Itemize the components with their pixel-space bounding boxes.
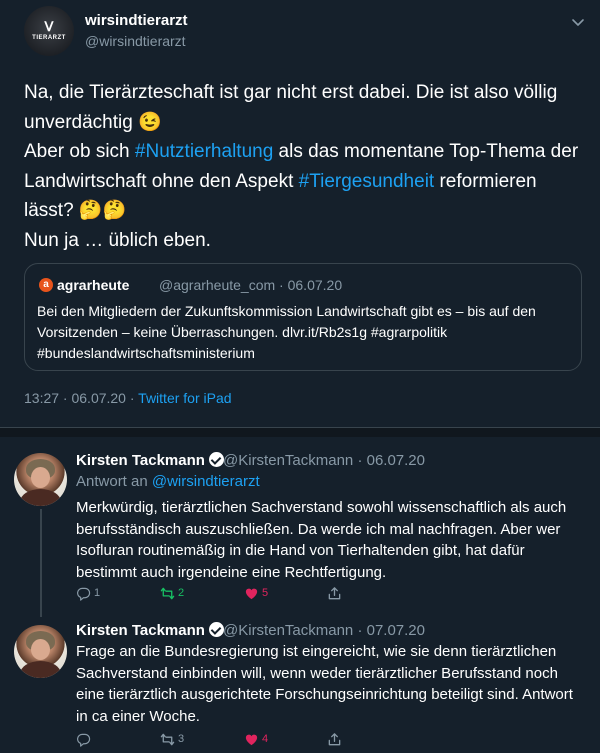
avatar-face [31, 467, 50, 488]
handle-date[interactable]: @KirstenTackmann · 07.07.20 [223, 622, 425, 639]
like-button[interactable]: 4 [244, 731, 268, 747]
divider [0, 427, 600, 437]
chevron-down-icon[interactable] [570, 14, 586, 30]
quoted-display-name: agrarheute [57, 277, 130, 293]
quoted-tweet-text: Bei den Mitgliedern der Zukunftskommissi… [37, 301, 571, 364]
verified-badge-icon [208, 452, 224, 467]
avatar-body [20, 489, 61, 506]
tweet-text-line: unverdächtig 😉 [24, 111, 162, 133]
retweet-icon [160, 733, 175, 745]
tweet-text-line: lässt? 🤔🤔 [24, 200, 127, 221]
agrarheute-logo-icon: a [39, 278, 53, 292]
text-segment: Aber ob sich [24, 141, 135, 162]
tweet-text-line: Frage an die Bundesregierung ist eingere… [76, 643, 557, 660]
reply-tweet[interactable]: Kirsten Tackmann @KirstenTackmann · 06.0… [0, 437, 600, 617]
tweet-text-line: bestimmt auch irgendeine eine Rechtferti… [76, 563, 387, 581]
reply-icon [77, 733, 91, 747]
tweet-thread: ᐯ TIERARZT wirsindtierarzt @wirsindtiera… [0, 0, 600, 753]
share-icon [328, 732, 341, 745]
tweet-text-line: berufsständisch auszuschließen. Da werde… [76, 520, 561, 538]
mention-link[interactable]: @wirsindtierarzt [152, 473, 260, 490]
text-segment: Landwirtschaft ohne den Aspekt [24, 170, 299, 192]
logo-mark-icon: ᐯ [44, 19, 54, 34]
display-name[interactable]: Kirsten Tackmann [76, 452, 224, 469]
tweet-text-line: in ca einer Woche. [76, 707, 200, 725]
avatar-brand-text: TIERARZT [32, 35, 66, 41]
reply-count: 1 [94, 587, 101, 599]
avatar-body [20, 661, 61, 678]
share-icon [328, 586, 341, 599]
tweet-text-line: Na, die Tierärzteschaft ist gar nicht er… [24, 82, 558, 103]
tweet-text-line: Nun ja … üblich eben. [24, 229, 211, 251]
avatar-face [31, 639, 50, 660]
tweet-text: Frage an die Bundesregierung ist eingere… [76, 641, 588, 727]
quoted-tweet-card[interactable]: a agrarheute @agrarheute_com · 06.07.20 … [24, 263, 582, 371]
tweet-actions: 1 2 5 [76, 585, 376, 601]
retweet-icon [160, 587, 175, 599]
display-name-text: Kirsten Tackmann [76, 622, 205, 639]
thread-line [40, 509, 42, 617]
heart-icon [245, 734, 258, 745]
tweet-text: Merkwürdig, tierärztlichen Sachverstand … [76, 497, 588, 583]
reply-to-prefix: Antwort an [76, 473, 152, 490]
tweet-text-line: Landwirtschaft ohne den Aspekt #Tiergesu… [24, 167, 590, 197]
tweet-text: Na, die Tierärzteschaft ist gar nicht er… [24, 78, 590, 255]
display-name[interactable]: wirsindtierarzt [85, 12, 188, 29]
retweet-count: 2 [178, 587, 185, 599]
quoted-text-line: Vorsitzenden – keine Überraschungen. dlv… [37, 324, 448, 340]
tweet-text-line: Aber ob sich #Nutztierhaltung als das mo… [24, 137, 590, 167]
display-name-text: Kirsten Tackmann [76, 452, 205, 469]
quoted-text-line: #bundeslandwirtschaftsministerium [37, 345, 255, 361]
like-count: 4 [262, 733, 269, 745]
quoted-handle-date: @agrarheute_com · 06.07.20 [159, 277, 343, 293]
reply-button[interactable] [76, 731, 94, 747]
tweet-text-line: Merkwürdig, tierärztlichen Sachverstand … [76, 499, 567, 516]
tweet-text-line: eine tierärztlich ausgerichtete Forschun… [76, 686, 573, 704]
source-link[interactable]: Twitter for iPad [138, 390, 231, 406]
heart-icon [245, 588, 258, 599]
user-handle[interactable]: @wirsindtierarzt [85, 33, 186, 49]
avatar[interactable] [14, 453, 67, 506]
avatar[interactable] [14, 625, 67, 678]
retweet-button[interactable]: 3 [160, 731, 184, 747]
like-count: 5 [262, 587, 269, 599]
display-name[interactable]: Kirsten Tackmann [76, 622, 224, 639]
retweet-count: 3 [178, 733, 185, 745]
reply-icon [77, 587, 91, 601]
share-button[interactable] [327, 731, 342, 747]
share-button[interactable] [327, 585, 342, 601]
retweet-button[interactable]: 2 [160, 585, 184, 601]
like-button[interactable]: 5 [244, 585, 268, 601]
tweet-actions: 3 4 [76, 731, 376, 747]
hashtag-link[interactable]: #Nutztierhaltung [135, 141, 273, 162]
main-tweet[interactable]: ᐯ TIERARZT wirsindtierarzt @wirsindtiera… [0, 0, 600, 427]
avatar[interactable]: ᐯ TIERARZT [24, 6, 74, 56]
hashtag-link[interactable]: #Tiergesundheit [299, 171, 435, 192]
tweet-text-line: Isofluran routinemäßig in die Hand von T… [76, 542, 525, 560]
reply-tweet[interactable]: Kirsten Tackmann @KirstenTackmann · 07.0… [0, 617, 600, 753]
quoted-text-line: Bei den Mitgliedern der Zukunftskommissi… [37, 303, 536, 319]
verified-badge-icon [208, 622, 224, 637]
timestamp-text: 13:27 · 06.07.20 · [24, 390, 139, 406]
text-segment: als das momentane Top-Thema der [273, 141, 579, 162]
reply-button[interactable]: 1 [76, 585, 100, 601]
handle-date[interactable]: @KirstenTackmann · 06.07.20 [223, 452, 425, 469]
tweet-text-line: Sachverstand einbinden will, wenn weder … [76, 664, 558, 682]
text-segment: reformieren [434, 170, 537, 192]
tweet-timestamp: 13:27 · 06.07.20 · Twitter for iPad [24, 390, 232, 406]
reply-to-line: Antwort an @wirsindtierarzt [76, 473, 260, 490]
